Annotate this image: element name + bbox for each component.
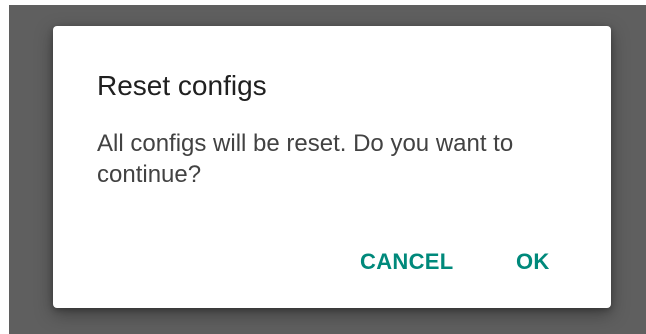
screen-top-edge [0, 0, 646, 5]
dialog-message: All configs will be reset. Do you want t… [97, 130, 514, 188]
ok-button[interactable]: OK [504, 242, 562, 282]
screen-left-edge [0, 0, 9, 334]
dialog-title: Reset configs [97, 70, 267, 101]
reset-configs-dialog: Reset configs All configs will be reset.… [53, 26, 611, 308]
cancel-button[interactable]: CANCEL [348, 242, 465, 282]
